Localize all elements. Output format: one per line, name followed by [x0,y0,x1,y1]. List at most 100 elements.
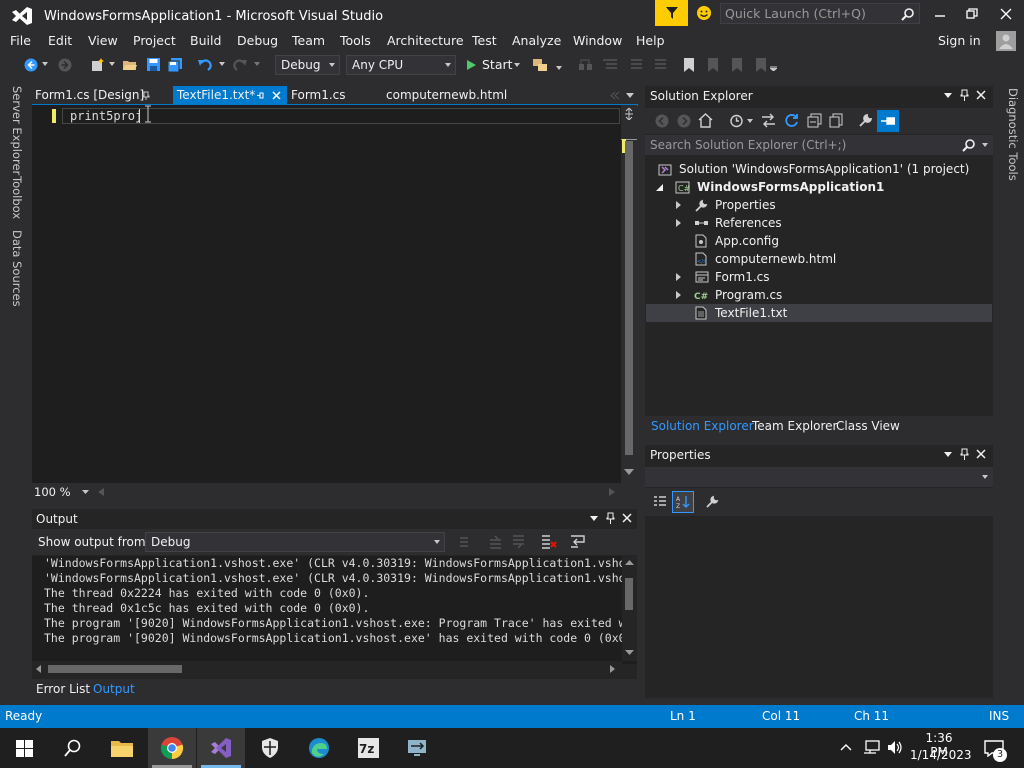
pending-changes-filter-icon[interactable] [729,113,744,128]
menu-analyze[interactable]: Analyze [512,33,561,48]
sync-with-document-icon[interactable] [761,113,776,128]
undo-dropdown-icon[interactable] [219,62,225,66]
tab-class-view[interactable]: Class View [836,419,900,433]
scroll-right-icon[interactable] [610,665,615,673]
next-bookmark-icon[interactable] [730,57,744,73]
close-icon[interactable] [1000,8,1012,20]
collapse-all-icon[interactable] [807,113,822,128]
scroll-right-icon[interactable] [609,488,615,496]
pin-icon[interactable] [142,91,150,100]
bookmark-icon[interactable] [682,57,696,73]
properties-wrench-icon[interactable] [858,113,873,128]
collapsed-triangle-icon[interactable] [676,219,681,227]
menu-project[interactable]: Project [133,33,176,48]
alphabetical-button[interactable]: AZ [672,491,694,513]
scroll-down-icon[interactable] [625,650,634,655]
scroll-up-icon[interactable] [625,560,634,565]
menu-window[interactable]: Window [573,33,622,48]
back-icon[interactable] [24,58,38,72]
collapsed-triangle-icon[interactable] [676,201,681,209]
menu-architecture[interactable]: Architecture [387,33,464,48]
pin-icon[interactable] [256,91,265,100]
find-message-icon[interactable] [459,535,473,549]
pin-icon[interactable] [606,512,615,524]
scroll-left-icon[interactable] [36,665,41,673]
menu-file[interactable]: File [10,33,31,48]
start-button[interactable]: Start [462,55,522,75]
editor-vertical-scrollbar[interactable] [621,105,637,483]
new-project-icon[interactable] [90,57,106,73]
output-source-select[interactable]: Debug [145,532,445,552]
forward-icon[interactable] [58,58,72,72]
step-icon[interactable] [578,58,594,72]
zoom-dropdown-icon[interactable] [82,490,89,494]
menu-test[interactable]: Test [472,33,497,48]
refresh-icon[interactable] [784,113,799,128]
save-icon[interactable] [146,57,161,72]
editor-line-1[interactable]: print5proj [70,108,142,124]
new-dropdown-icon[interactable] [109,62,115,66]
visual-studio-taskbar-icon[interactable] [197,728,245,768]
taskbar-search-button[interactable] [48,728,96,768]
close-panel-icon[interactable] [976,449,986,459]
menu-debug[interactable]: Debug [237,33,278,48]
format-icon[interactable] [602,58,618,72]
tab-form1-design[interactable]: Form1.cs [Design] [32,86,172,105]
notification-center-button[interactable]: 3 [980,728,1024,768]
open-folder-icon[interactable] [122,57,138,73]
tab-error-list[interactable]: Error List [36,682,90,696]
tab-computernewb-html[interactable]: computernewb.html [382,86,507,105]
properties-object-select[interactable] [645,467,993,487]
tray-chevron-up-icon[interactable] [840,743,852,751]
volume-icon[interactable] [887,740,903,755]
account-avatar-icon[interactable] [996,31,1016,51]
preview-selected-items-button[interactable] [877,110,899,132]
windows-security-taskbar-icon[interactable] [246,728,294,768]
forward-icon[interactable] [677,114,691,128]
save-all-icon[interactable] [167,57,183,73]
solution-search-input[interactable]: Search Solution Explorer (Ctrl+;) [645,135,993,155]
menu-help[interactable]: Help [636,33,665,48]
redo-dropdown-icon[interactable] [254,62,260,66]
comment-out-icon[interactable] [630,58,646,72]
chevron-down-icon[interactable] [982,143,988,147]
feedback-filter-icon[interactable] [655,0,688,26]
solution-platform-select[interactable]: Any CPU [346,55,456,75]
smiley-feedback-icon[interactable] [696,5,712,21]
next-message-icon[interactable] [512,535,526,549]
quick-launch-input[interactable]: Quick Launch (Ctrl+Q) [720,3,920,24]
close-panel-icon[interactable] [976,90,986,100]
scroll-thumb[interactable] [625,141,633,455]
split-icon[interactable] [624,108,634,120]
clear-all-icon[interactable] [541,534,557,549]
pin-icon[interactable] [960,89,969,101]
menu-tools[interactable]: Tools [340,33,371,48]
clear-bookmarks-icon[interactable] [754,57,768,73]
minimize-icon[interactable] [934,10,946,22]
tab-form1-cs[interactable]: Form1.cs [287,86,377,105]
show-all-files-icon[interactable] [829,113,844,128]
back-dropdown-icon[interactable] [42,62,48,66]
edge-taskbar-icon[interactable] [295,728,343,768]
network-icon[interactable] [863,740,881,755]
home-icon[interactable] [698,113,713,128]
chevron-down-icon[interactable] [556,66,562,70]
close-tab-icon[interactable] [272,91,281,100]
text-editor[interactable]: print5proj [32,105,637,483]
close-panel-icon[interactable] [622,513,632,523]
panel-dropdown-icon[interactable] [944,93,952,98]
scroll-left-icon[interactable] [98,488,104,496]
menu-team[interactable]: Team [292,33,325,48]
scroll-down-icon[interactable] [624,469,634,475]
property-pages-wrench-icon[interactable] [705,495,719,509]
data-sources-tab[interactable]: Data Sources [4,230,24,307]
categorized-icon[interactable] [653,495,667,509]
prev-message-icon[interactable] [489,535,503,549]
tab-list-dropdown-icon[interactable] [626,93,634,98]
collapsed-triangle-icon[interactable] [676,273,681,281]
word-wrap-icon[interactable] [570,534,586,549]
output-horizontal-scrollbar[interactable] [32,661,622,676]
tab-textfile1-active[interactable]: TextFile1.txt* [173,86,287,105]
redo-icon[interactable] [232,57,248,73]
file-explorer-taskbar-icon[interactable] [98,728,146,768]
